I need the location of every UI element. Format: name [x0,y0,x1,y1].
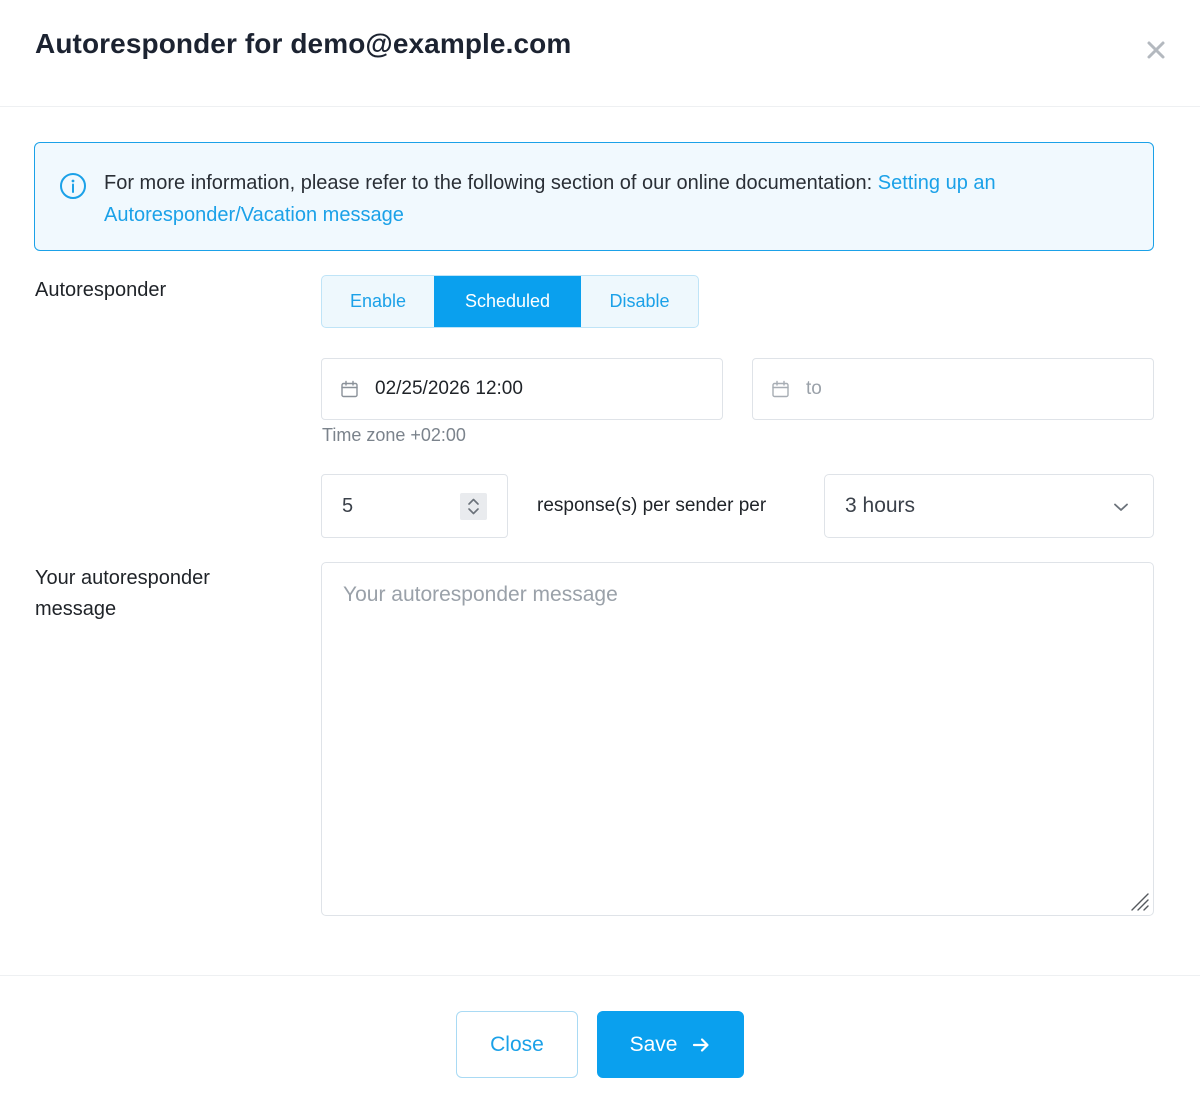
start-date-value: 02/25/2026 12:00 [375,378,523,399]
response-count-value: 5 [342,495,354,517]
calendar-icon [341,380,358,398]
start-date-input[interactable]: 02/25/2026 12:00 [321,358,723,420]
message-textarea[interactable]: Your autoresponder message [321,562,1154,916]
info-alert: For more information, please refer to th… [34,142,1154,251]
mode-scheduled-button[interactable]: Scheduled [434,276,581,327]
mode-disable-button[interactable]: Disable [581,276,698,327]
period-select[interactable]: 3 hours [824,474,1154,538]
autoresponder-label: Autoresponder [35,279,167,301]
dialog-title: Autoresponder for demo@example.com [35,28,572,59]
save-button[interactable]: Save [597,1011,744,1078]
info-message: For more information, please refer to th… [104,172,878,194]
rate-description: response(s) per sender per [537,495,767,516]
resize-handle-icon[interactable] [1128,890,1150,912]
autoresponder-mode-toggle: Enable Scheduled Disable [321,275,699,328]
dialog-header: Autoresponder for demo@example.com [0,0,1200,107]
timezone-hint: Time zone +02:00 [322,425,466,445]
message-label: Your autoresponder message [35,567,210,620]
calendar-icon [772,380,789,398]
close-button-label: Close [490,1032,544,1056]
close-icon[interactable] [1140,34,1172,66]
mode-enable-button[interactable]: Enable [322,276,434,327]
response-count-input[interactable]: 5 [321,474,508,538]
arrow-right-icon [693,1037,710,1052]
close-button[interactable]: Close [456,1011,578,1078]
autoresponder-dialog: Autoresponder for demo@example.com For m… [0,0,1200,1100]
message-placeholder: Your autoresponder message [343,583,618,606]
save-button-label: Save [629,1032,678,1056]
dialog-footer: Close Save [0,975,1200,1100]
end-date-placeholder: to [806,378,822,399]
end-date-input[interactable]: to [752,358,1154,420]
stepper-icon[interactable] [460,493,487,520]
chevron-down-icon [1114,503,1128,511]
period-value: 3 hours [845,494,916,517]
info-text: For more information, please refer to th… [104,167,1134,231]
info-icon [59,172,87,200]
